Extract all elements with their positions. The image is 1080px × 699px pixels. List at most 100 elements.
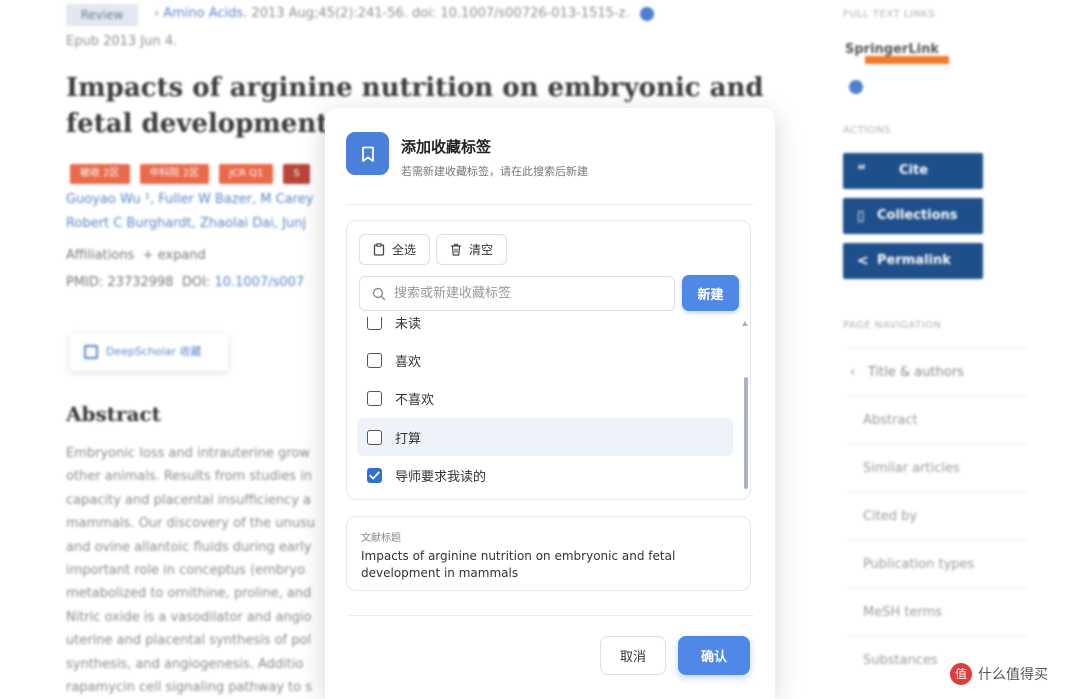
pmid-label: PMID: 23732998 <box>66 275 174 290</box>
expand-link[interactable]: + expand <box>143 248 206 263</box>
nav-similar-articles[interactable]: Similar articles <box>848 444 1028 492</box>
footer-divider <box>346 615 754 616</box>
springerlink-text: SpringerLink <box>845 42 939 57</box>
checkbox[interactable] <box>367 352 382 368</box>
full-text-links-label: FULL TEXT LINKS <box>843 9 936 20</box>
springerlink-logo[interactable]: SpringerLink <box>845 38 949 64</box>
abstract-line: important role in conceptus (embryo <box>66 563 306 579</box>
journal-citation: › Amino Acids. 2013 Aug;45(2):241-56. doi… <box>154 6 654 21</box>
tag-label: 导师要求我读的 <box>395 469 487 485</box>
doi-link-icon[interactable] <box>639 6 654 21</box>
journal-details: 2013 Aug;45(2):241-56. doi: 10.1007/s007… <box>251 6 630 21</box>
page-navigation-label: PAGE NAVIGATION <box>843 320 942 331</box>
scrollbar[interactable] <box>744 377 748 489</box>
header-divider <box>346 204 754 205</box>
abstract-body: Embryonic loss and intrauterine grow oth… <box>66 442 326 699</box>
tag-search-input[interactable] <box>394 277 664 310</box>
share-icon: < <box>857 253 869 269</box>
select-all-label: 全选 <box>392 243 417 257</box>
abstract-line: capacity and placental insufficiency a <box>66 492 311 508</box>
springerlink-bar <box>865 56 949 64</box>
nav-cited-by[interactable]: Cited by <box>848 492 1028 540</box>
watermark-logo: 值 <box>950 663 972 685</box>
reference-title-text: Impacts of arginine nutrition on embryon… <box>361 549 676 580</box>
abstract-line: other animals. Results from studies in <box>66 469 313 485</box>
nav-publication-types[interactable]: Publication types <box>848 540 1028 588</box>
checkbox[interactable] <box>367 317 382 330</box>
doi-label: DOI: <box>181 275 211 290</box>
ranking-tag: 被收 2区 <box>70 164 130 184</box>
tag-label: 打算 <box>395 431 422 447</box>
epub-date: Epub 2013 Jun 4. <box>66 34 178 49</box>
abstract-line: rapamycin cell signaling pathway to s <box>66 680 313 696</box>
journal-name-link[interactable]: Amino Acids. <box>163 6 247 21</box>
dialog-subtitle: 若需新建收藏标签，请在此搜索后新建 <box>401 165 588 178</box>
nav-abstract[interactable]: Abstract <box>848 396 1028 444</box>
tag-search-box <box>359 276 675 311</box>
clear-button[interactable]: 清空 <box>436 234 508 265</box>
scrollbar-thumb[interactable] <box>744 377 748 489</box>
chevron-left-icon: ‹ <box>850 365 856 380</box>
clipboard-icon <box>373 243 385 256</box>
tag-option[interactable]: 打算 <box>357 418 733 456</box>
bookmark-icon <box>346 132 389 175</box>
deepscholar-button[interactable]: DeepScholar 收藏 <box>70 333 228 371</box>
tag-option[interactable]: 未读 <box>357 317 733 341</box>
chevron-right-icon: › <box>154 6 160 21</box>
abstract-line: synthesis, and angiogenesis. Additio <box>66 656 304 672</box>
trash-icon <box>451 243 461 256</box>
tag-label: 未读 <box>395 317 422 332</box>
watermark-text: 什么值得买 <box>978 667 1048 683</box>
watermark: 值 什么值得买 <box>950 663 1048 685</box>
checkmark-icon <box>369 471 380 479</box>
abstract-line: and ovine allantoic fluids during early <box>66 539 312 555</box>
abstract-line: Nitric oxide is a vasodilator and angio <box>66 609 312 625</box>
cite-button[interactable]: “ Cite <box>843 153 983 189</box>
external-link-icon[interactable] <box>849 80 863 94</box>
permalink-button[interactable]: < Permalink <box>843 243 983 279</box>
abstract-line: mammals. Our discovery of the unusu <box>66 516 315 532</box>
tag-option[interactable]: 导师要求我读的 <box>357 456 733 494</box>
nav-mesh-terms[interactable]: MeSH terms <box>848 588 1028 636</box>
tag-option[interactable]: 喜欢 <box>357 341 733 379</box>
search-icon <box>372 287 386 301</box>
select-all-button[interactable]: 全选 <box>359 234 431 265</box>
actions-label: ACTIONS <box>843 125 891 136</box>
tag-list: 未读 喜欢 不喜欢 打算 导师要求我读的 <box>347 317 742 499</box>
checkbox[interactable] <box>367 390 382 406</box>
ranking-tag: 中科院 2区 <box>139 164 210 184</box>
cancel-button[interactable]: 取消 <box>600 636 666 675</box>
tag-panel: 全选 清空 新建 未读 喜欢 不喜欢 打算 <box>346 220 751 500</box>
reference-title-label: 文献标题 <box>361 533 401 544</box>
tag-label: 不喜欢 <box>395 392 435 408</box>
quote-icon: “ <box>857 163 867 179</box>
bookmark-icon <box>84 345 98 359</box>
affiliations-row: Affiliations + expand <box>66 248 206 263</box>
pmid-row: PMID: 23732998 DOI: 10.1007/s007 <box>66 275 304 290</box>
article-type-badge: Review <box>66 4 138 26</box>
doi-link[interactable]: 10.1007/s007 <box>214 275 304 290</box>
confirm-button[interactable]: 确认 <box>678 636 750 675</box>
collections-button[interactable]: ▯ Collections <box>843 198 983 234</box>
add-bookmark-tag-dialog: 添加收藏标签 若需新建收藏标签，请在此搜索后新建 全选 清空 新建 未读 喜欢 … <box>325 108 775 699</box>
cite-label: Cite <box>899 163 929 178</box>
reference-title-box: 文献标题 Impacts of arginine nutrition on em… <box>346 516 751 591</box>
scroll-up-arrow[interactable] <box>742 321 748 326</box>
bookmark-icon: ▯ <box>857 208 865 224</box>
tag-option[interactable]: 不喜欢 <box>357 379 733 417</box>
abstract-line: Embryonic loss and intrauterine grow <box>66 446 310 461</box>
author-line[interactable]: Guoyao Wu ¹, Fuller W Bazer, M Carey <box>66 188 346 212</box>
checkbox[interactable] <box>367 429 382 445</box>
ranking-tags: 被收 2区 中科院 2区 JCR Q1 S <box>70 164 310 184</box>
new-tag-button[interactable]: 新建 <box>682 275 739 311</box>
nav-label: Title & authors <box>868 365 964 380</box>
clear-label: 清空 <box>469 243 494 257</box>
abstract-line: metabolized to ornithine, proline, and <box>66 586 312 602</box>
author-line[interactable]: Robert C Burghardt, Zhaolai Dai, Junj <box>66 212 346 236</box>
tag-label: 喜欢 <box>395 354 422 370</box>
nav-title-authors[interactable]: ‹ Title & authors <box>848 348 1028 396</box>
checkbox-checked[interactable] <box>367 467 382 483</box>
collections-label: Collections <box>877 208 958 223</box>
permalink-label: Permalink <box>877 253 951 268</box>
author-list: Guoyao Wu ¹, Fuller W Bazer, M Carey Rob… <box>66 188 346 236</box>
